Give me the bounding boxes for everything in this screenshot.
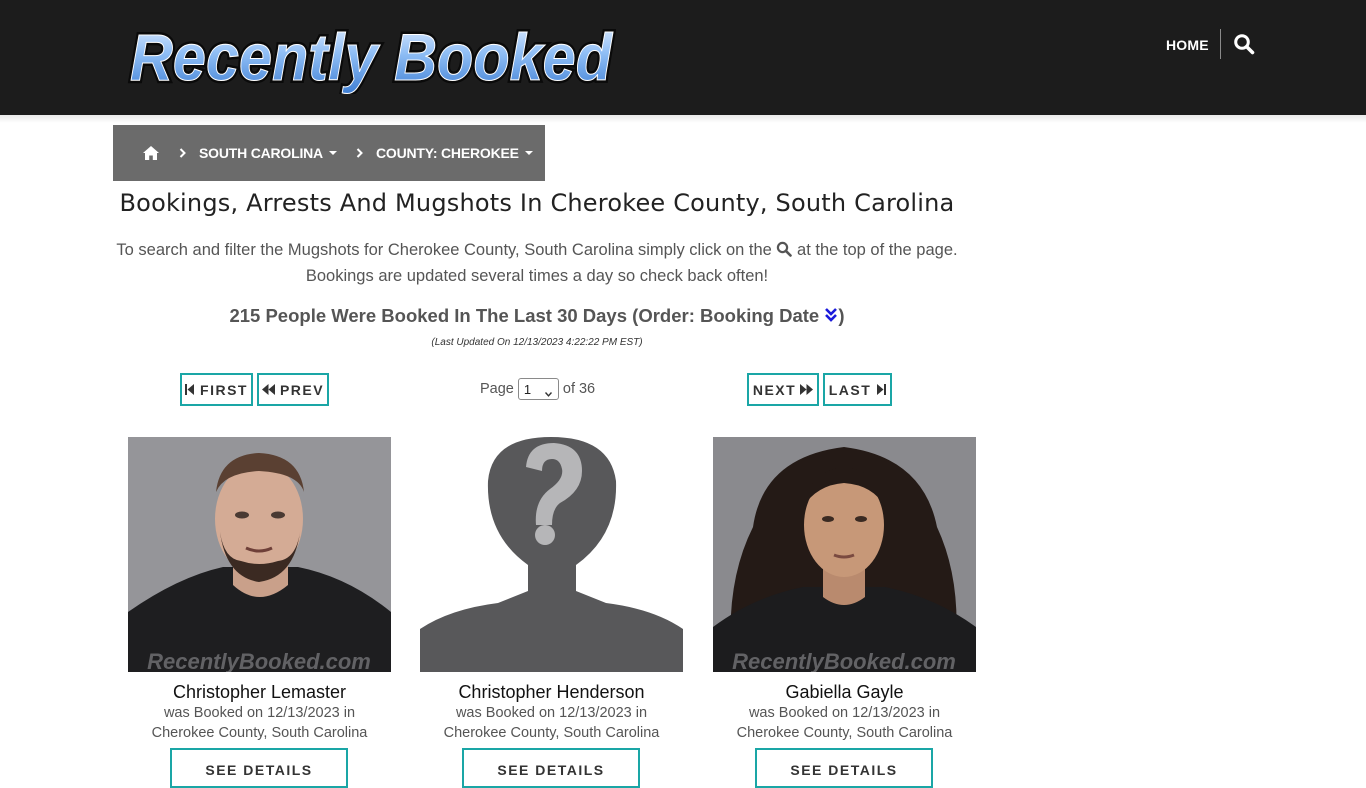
first-page-button[interactable]: FIRST	[180, 373, 253, 406]
page-total: of 36	[562, 381, 596, 397]
svg-text:RecentlyBooked.com: RecentlyBooked.com	[147, 649, 371, 672]
booking-card[interactable]: RecentlyBooked.com Gabiella Gayle was Bo…	[713, 437, 976, 788]
intro-text: To search and filter the Mugshots for Ch…	[113, 237, 961, 289]
svg-text:RecentlyBooked.com: RecentlyBooked.com	[732, 649, 956, 672]
site-logo[interactable]: Recently Booked Recently Booked	[126, 18, 616, 94]
booking-location-text: Cherokee County, South Carolina	[443, 725, 660, 741]
site-header: Recently Booked Recently Booked HOME	[0, 0, 1366, 115]
see-details-button[interactable]: SEE DETAILS	[462, 748, 640, 788]
booking-location-text: Cherokee County, South Carolina	[736, 725, 953, 741]
booking-card[interactable]: Christopher Henderson was Booked on 12/1…	[420, 437, 683, 788]
mugshot-photo[interactable]: RecentlyBooked.com	[128, 437, 391, 672]
home-icon[interactable]	[142, 145, 160, 161]
page-selector: Page 1 of 36	[480, 378, 595, 400]
booking-date-text: was Booked on 12/13/2023 in	[163, 705, 356, 721]
see-details-button[interactable]: SEE DETAILS	[755, 748, 933, 788]
caret-down-icon	[328, 151, 337, 155]
page-select[interactable]: 1	[517, 378, 559, 400]
next-page-button[interactable]: NEXT	[747, 373, 819, 406]
search-icon[interactable]	[1233, 33, 1257, 57]
backward-icon	[261, 384, 275, 395]
see-details-button[interactable]: SEE DETAILS	[170, 748, 348, 788]
double-chevron-down-icon[interactable]	[824, 306, 838, 322]
breadcrumb-state-dropdown[interactable]: SOUTH CAROLINA	[199, 145, 337, 161]
mugshot-photo[interactable]: RecentlyBooked.com	[713, 437, 976, 672]
step-backward-icon	[185, 384, 195, 395]
first-page-label: FIRST	[200, 381, 248, 398]
person-name[interactable]: Christopher Lemaster	[128, 682, 391, 703]
placeholder-silhouette[interactable]	[420, 437, 683, 672]
booking-card[interactable]: RecentlyBooked.com Christopher Lemaster …	[128, 437, 391, 788]
page-select-value: 1	[523, 381, 532, 397]
caret-down-icon	[524, 151, 533, 155]
prev-page-label: PREV	[279, 381, 325, 398]
page-label: Page	[480, 381, 514, 397]
next-page-label: NEXT	[752, 381, 797, 398]
breadcrumb-county-label: COUNTY: CHEROKEE	[375, 145, 519, 161]
person-name[interactable]: Christopher Henderson	[420, 682, 683, 703]
chevron-right-icon	[179, 148, 186, 158]
prev-page-button[interactable]: PREV	[257, 373, 329, 406]
breadcrumb-county-dropdown[interactable]: COUNTY: CHEROKEE	[376, 145, 533, 161]
last-updated: (Last Updated On 12/13/2023 4:22:22 PM E…	[431, 337, 643, 348]
nav-home-link[interactable]: HOME	[1160, 35, 1215, 55]
breadcrumb-state-label: SOUTH CAROLINA	[199, 145, 323, 161]
svg-text:Recently Booked: Recently Booked	[130, 20, 614, 94]
search-icon	[776, 239, 793, 257]
booking-date-text: was Booked on 12/13/2023 in	[455, 705, 648, 721]
forward-icon	[800, 384, 814, 395]
intro-text-before: To search and filter the Mugshots for Ch…	[116, 241, 772, 259]
nav-divider	[1220, 29, 1221, 59]
breadcrumb: SOUTH CAROLINA COUNTY: CHEROKEE	[113, 125, 545, 181]
last-page-label: LAST	[828, 381, 872, 398]
page-title: Bookings, Arrests And Mugshots In Cherok…	[119, 189, 955, 217]
booking-count-text: 215 People Were Booked In The Last 30 Da…	[229, 305, 820, 326]
chevron-right-icon	[356, 148, 363, 158]
booking-count-close: )	[838, 305, 845, 326]
chevron-down-icon	[544, 386, 552, 397]
booking-date-text: was Booked on 12/13/2023 in	[748, 705, 941, 721]
person-name[interactable]: Gabiella Gayle	[713, 682, 976, 703]
last-page-button[interactable]: LAST	[823, 373, 892, 406]
step-forward-icon	[877, 384, 887, 395]
header-shadow	[0, 115, 1366, 123]
booking-location-text: Cherokee County, South Carolina	[151, 725, 368, 741]
booking-count: 215 People Were Booked In The Last 30 Da…	[113, 305, 961, 327]
